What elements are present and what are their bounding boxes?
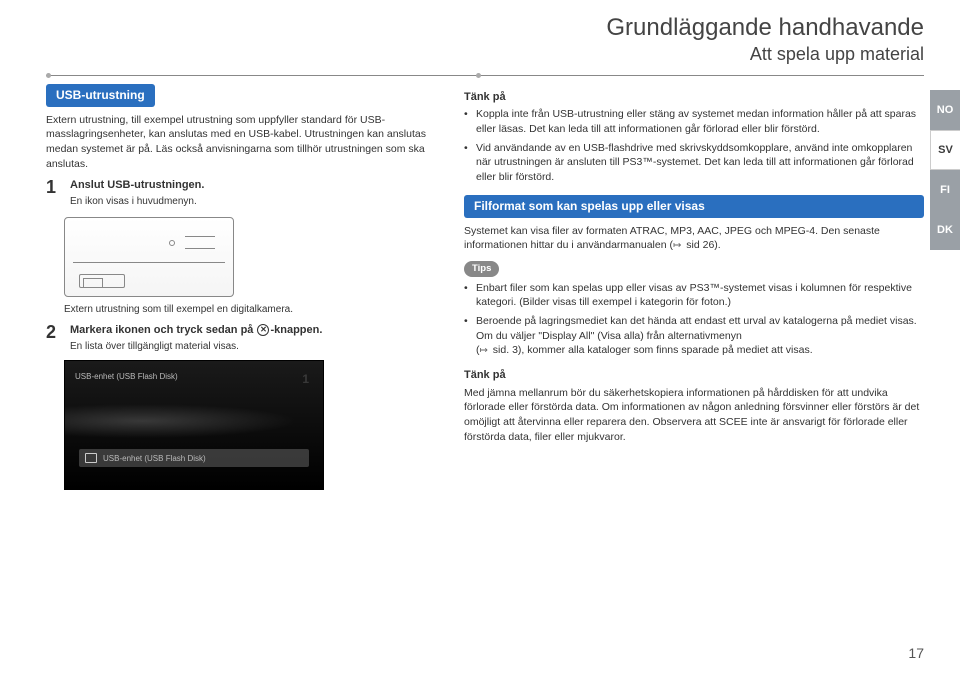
step-1-number: 1	[46, 178, 62, 198]
manual-page: NO SV FI DK Grundläggande handhavande At…	[0, 0, 960, 677]
step-2-title: Markera ikonen och tryck sedan på ✕-knap…	[70, 323, 446, 338]
step-2-text-post: -knappen.	[270, 324, 322, 336]
lang-tab-no[interactable]: NO	[930, 90, 960, 130]
step-2-sub: En lista över tillgängligt material visa…	[70, 340, 446, 354]
usb-port-icon	[79, 274, 125, 288]
usb-drive-icon	[85, 453, 97, 463]
lang-tab-dk[interactable]: DK	[930, 210, 960, 250]
ps3-console-illustration	[64, 217, 234, 297]
note-heading-2: Tänk på	[464, 368, 924, 383]
content-columns: USB-utrustning Extern utrustning, till e…	[46, 84, 924, 490]
step-1-title: Anslut USB-utrustningen.	[70, 178, 446, 193]
right-column: Tänk på Koppla inte från USB-utrustning …	[464, 84, 924, 490]
xmb-bar-label: USB-enhet (USB Flash Disk)	[103, 453, 206, 464]
step-2-text-pre: Markera ikonen och tryck sedan på	[70, 324, 256, 336]
note-1-item-1: Koppla inte från USB-utrustning eller st…	[464, 107, 924, 136]
usb-intro: Extern utrustning, till exempel utrustni…	[46, 113, 446, 172]
page-number: 17	[908, 645, 924, 661]
formats-text-a: Systemet kan visa filer av formaten ATRA…	[464, 225, 880, 252]
tips-item-2: Beroende på lagringsmediet kan det hända…	[464, 314, 924, 358]
step-1-sub: En ikon visas i huvudmenyn.	[70, 195, 446, 209]
step-2: 2 Markera ikonen och tryck sedan på ✕-kn…	[46, 323, 446, 354]
xmb-screenshot: USB-enhet (USB Flash Disk) 1 USB-enhet (…	[64, 360, 324, 490]
note-list-1: Koppla inte från USB-utrustning eller st…	[464, 107, 924, 184]
xmb-count: 1	[302, 371, 309, 388]
section-formats-heading: Filformat som kan spelas upp eller visas	[464, 195, 924, 218]
formats-text: Systemet kan visa filer av formaten ATRA…	[464, 224, 924, 254]
tips-item-1: Enbart filer som kan spelas upp eller vi…	[464, 281, 924, 310]
section-usb-heading: USB-utrustning	[46, 84, 155, 107]
note-heading-1: Tänk på	[464, 90, 924, 105]
note-2-text: Med jämna mellanrum bör du säkerhetskopi…	[464, 386, 924, 445]
left-column: USB-utrustning Extern utrustning, till e…	[46, 84, 446, 490]
column-rule	[46, 75, 924, 76]
step-2-number: 2	[46, 323, 62, 343]
page-title: Grundläggande handhavande	[46, 14, 924, 42]
page-ref-3: sid. 3), kommer alla kataloger som finns…	[480, 344, 813, 356]
lang-tab-fi[interactable]: FI	[930, 170, 960, 210]
page-header: Grundläggande handhavande Att spela upp …	[46, 14, 924, 65]
device-caption: Extern utrustning som till exempel en di…	[64, 303, 446, 317]
x-button-icon: ✕	[257, 324, 269, 336]
page-ref-26: sid 26).	[673, 239, 721, 251]
lang-tab-sv[interactable]: SV	[930, 130, 960, 170]
note-1-item-2: Vid användande av en USB-flashdrive med …	[464, 141, 924, 185]
tips-list: Enbart filer som kan spelas upp eller vi…	[464, 281, 924, 359]
tips-label: Tips	[464, 261, 499, 276]
language-tabs: NO SV FI DK	[930, 90, 960, 250]
step-1: 1 Anslut USB-utrustningen. En ikon visas…	[46, 178, 446, 209]
xmb-small-label: USB-enhet (USB Flash Disk)	[75, 371, 178, 382]
xmb-selected-item: USB-enhet (USB Flash Disk)	[79, 449, 309, 467]
page-subtitle: Att spela upp material	[46, 44, 924, 65]
